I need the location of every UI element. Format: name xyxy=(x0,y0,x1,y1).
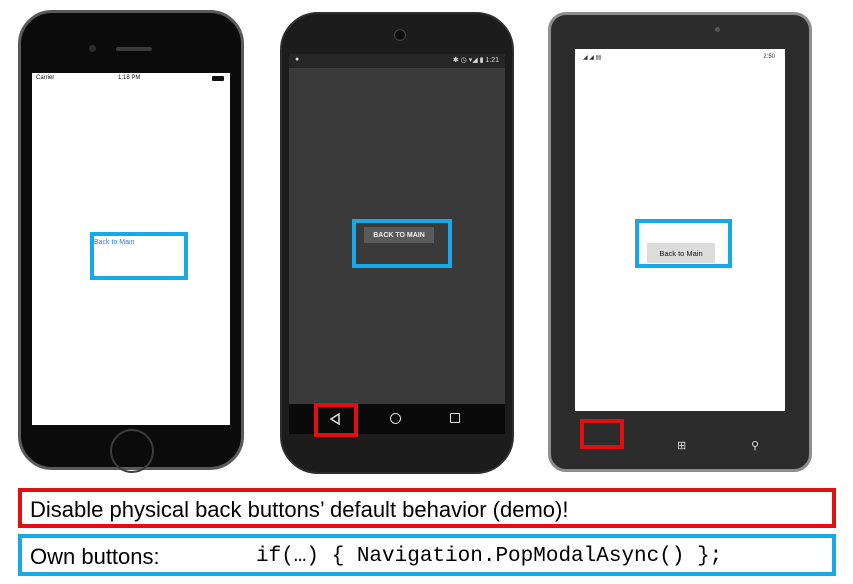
search-icon[interactable]: ⚲ xyxy=(751,439,759,452)
signal-icon: ◢ ◢ ▤ xyxy=(583,55,602,61)
front-camera xyxy=(89,45,96,52)
android-status-right: ✱ ◷ ▾◢ ▮ 1:21 xyxy=(452,57,499,64)
windows-start-icon[interactable]: ⊞ xyxy=(677,439,686,452)
front-camera xyxy=(715,27,720,32)
circle-home-icon[interactable] xyxy=(390,413,401,424)
ios-status-bar: Carrier 1:18 PM xyxy=(32,73,230,85)
red-caption-text: Disable physical back buttons’ default b… xyxy=(30,497,569,522)
front-camera xyxy=(394,29,406,41)
wp-status-bar: ◢ ◢ ▤ 2:50 xyxy=(575,49,785,65)
ios-carrier-label: Carrier xyxy=(36,75,55,81)
android-back-highlight xyxy=(314,403,358,437)
home-button[interactable] xyxy=(110,429,154,473)
square-recents-icon[interactable] xyxy=(450,413,460,423)
battery-icon xyxy=(212,76,224,81)
blue-caption-code: if(…) { Navigation.PopModalAsync() }; xyxy=(256,545,723,568)
wp-back-highlight xyxy=(580,419,624,449)
wp-button-highlight xyxy=(635,219,732,268)
ios-button-highlight xyxy=(90,232,188,280)
notification-icon: ● xyxy=(295,56,300,63)
blue-caption-label: Own buttons: xyxy=(30,544,160,569)
ios-time: 1:18 PM xyxy=(118,75,141,81)
blue-caption-box: Own buttons: if(…) { Navigation.PopModal… xyxy=(18,534,836,576)
wp-time: 2:50 xyxy=(763,54,775,60)
red-caption-box: Disable physical back buttons’ default b… xyxy=(18,488,836,528)
android-status-bar: ● ✱ ◷ ▾◢ ▮ 1:21 xyxy=(289,54,505,68)
earpiece-speaker xyxy=(116,47,152,51)
android-button-highlight xyxy=(352,219,452,268)
